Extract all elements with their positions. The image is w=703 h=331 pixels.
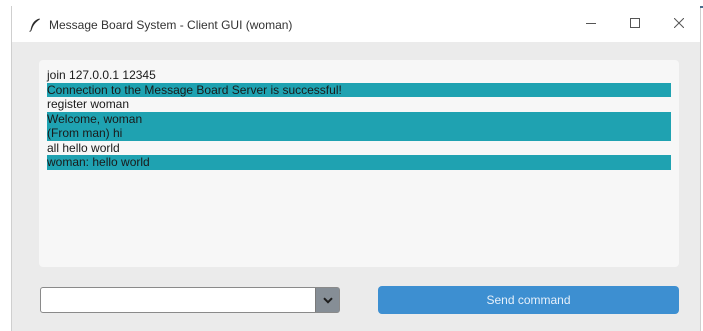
chevron-down-icon [322, 291, 333, 309]
window-title: Message Board System - Client GUI (woman… [49, 18, 293, 32]
message-line: Welcome, woman [47, 111, 671, 126]
message-line: all hello world [47, 140, 120, 155]
feather-icon [29, 18, 41, 33]
title-bar[interactable]: Message Board System - Client GUI (woman… [12, 6, 700, 42]
send-command-button[interactable]: Send command [378, 286, 679, 314]
close-button[interactable] [656, 6, 702, 42]
command-select[interactable] [40, 287, 340, 313]
app-window: Message Board System - Client GUI (woman… [11, 6, 703, 331]
message-log[interactable]: join 127.0.0.1 12345 Connection to the Me… [39, 60, 679, 267]
message-line: (From man) hi [47, 126, 671, 141]
minimize-button[interactable] [568, 6, 614, 42]
message-line: register woman [47, 97, 130, 111]
message-list: join 127.0.0.1 12345 Connection to the Me… [47, 68, 671, 170]
minimize-icon [586, 15, 596, 33]
message-line: join 127.0.0.1 12345 [47, 68, 156, 82]
message-line: woman: hello world [47, 155, 671, 170]
dropdown-toggle[interactable] [315, 288, 339, 312]
client-content: join 127.0.0.1 12345 Connection to the Me… [12, 42, 700, 331]
maximize-button[interactable] [612, 6, 658, 42]
close-icon [673, 15, 685, 33]
message-line: Connection to the Message Board Server i… [47, 82, 671, 97]
maximize-icon [630, 15, 640, 33]
